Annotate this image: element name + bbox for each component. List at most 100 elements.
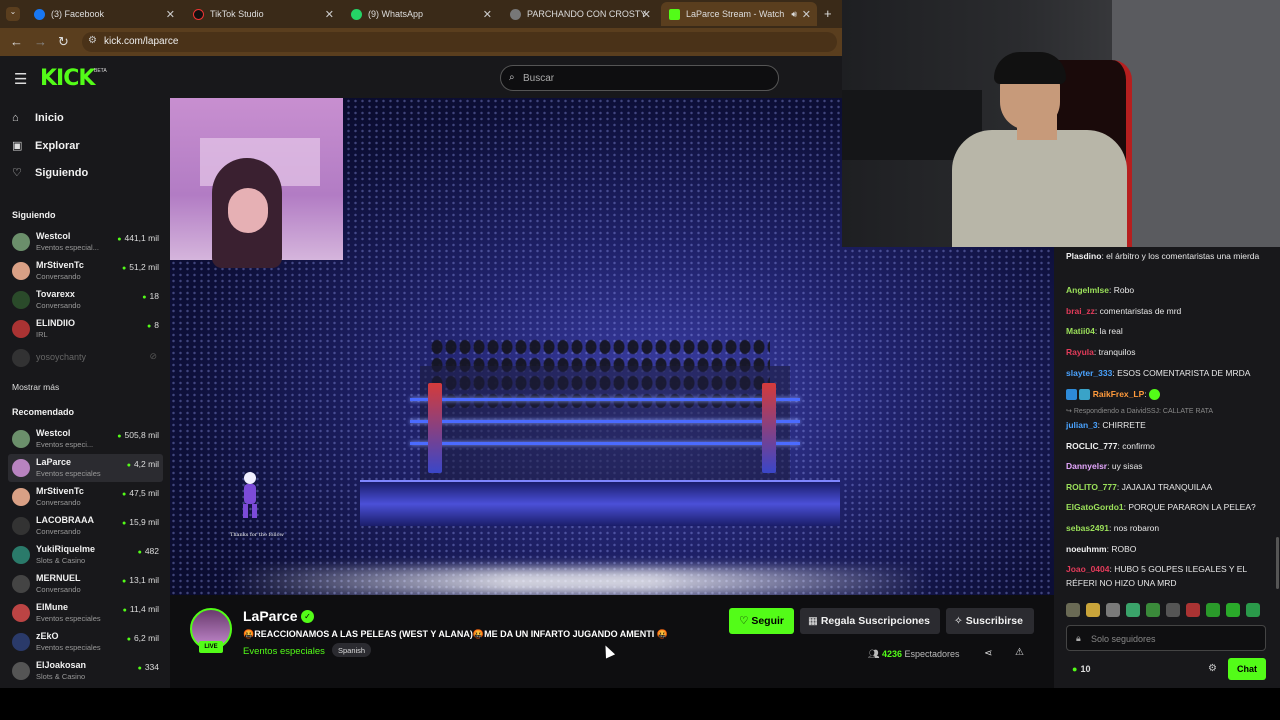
chat-settings-gear-icon[interactable]: ⚙︎ xyxy=(1208,663,1217,674)
chat-message: ROCLIC_777: confirmo xyxy=(1066,441,1155,451)
following-channel-mrstiventc[interactable]: MrStivenTc Conversando 51,2 mil xyxy=(8,257,163,285)
emote-icon[interactable] xyxy=(1206,603,1220,617)
chat-username[interactable]: slayter_333 xyxy=(1066,368,1112,378)
back-icon[interactable]: ← xyxy=(10,34,23,49)
emote-icon[interactable] xyxy=(1146,603,1160,617)
chat-scrollbar[interactable] xyxy=(1276,537,1279,589)
chat-username[interactable]: RaikFrex_LP xyxy=(1093,389,1145,399)
chat-username[interactable]: noeuhmm xyxy=(1066,544,1107,554)
recommended-channel-zeko[interactable]: zEkO Eventos especiales 6,2 mil xyxy=(8,628,163,656)
viewer-count: 505,8 mil xyxy=(117,430,160,440)
nav-inicio[interactable]: ⌂ Inicio xyxy=(12,112,64,124)
channel-category: Slots & Casino xyxy=(36,556,86,565)
report-warning-icon[interactable]: ⚠ xyxy=(1015,647,1024,658)
close-tab-icon[interactable]: ✕ xyxy=(325,8,334,21)
recommended-channel-yukiriquelme[interactable]: YukiRiquelme Slots & Casino 482 xyxy=(8,541,163,569)
site-settings-icon[interactable]: ⚙︎ xyxy=(88,35,97,46)
emote-icon[interactable] xyxy=(1166,603,1180,617)
viewer-count: 6,2 mil xyxy=(127,633,159,643)
following-channel-westcol[interactable]: Westcol Eventos especial... 441,1 mil xyxy=(8,228,163,256)
channel-category: Conversando xyxy=(36,498,81,507)
channel-points[interactable]: ● 10 xyxy=(1072,664,1090,674)
chat-username[interactable]: Dannyelsr xyxy=(1066,461,1107,471)
emote-icon[interactable] xyxy=(1066,603,1080,617)
emote-icon[interactable] xyxy=(1086,603,1100,617)
share-icon[interactable]: ⋖ xyxy=(984,648,992,659)
chat-text: tranquilos xyxy=(1098,347,1136,357)
emote-icon[interactable] xyxy=(1106,603,1120,617)
chat-username[interactable]: sebas2491 xyxy=(1066,523,1109,533)
chat-username[interactable]: ROCLIC_777 xyxy=(1066,441,1118,451)
chat-username[interactable]: Plasdino xyxy=(1066,251,1101,261)
gift-label: Regala Suscripciones xyxy=(820,615,930,627)
emote-icon[interactable] xyxy=(1126,603,1140,617)
close-tab-icon[interactable]: ✕ xyxy=(483,8,492,21)
tab-list-dropdown-icon[interactable]: ⌄ xyxy=(6,7,20,21)
chat-username[interactable]: ROLITO_777 xyxy=(1066,482,1117,492)
emote-icon[interactable] xyxy=(1186,603,1200,617)
recommended-channel-lacobraaa[interactable]: LACOBRAAA Conversando 15,9 mil xyxy=(8,512,163,540)
following-channel-elindiio[interactable]: ELINDIIO IRL 8 xyxy=(8,315,163,343)
emote-icon xyxy=(1148,389,1160,401)
follow-button[interactable]: ♡ Seguir xyxy=(729,608,794,634)
show-more-link[interactable]: Mostrar más xyxy=(12,382,59,392)
language-tag[interactable]: Spanish xyxy=(332,643,372,657)
chat-username[interactable]: julian_3 xyxy=(1066,420,1098,430)
emote-icon[interactable] xyxy=(1226,603,1240,617)
kick-logo[interactable]: KICK xyxy=(40,66,95,91)
ring-post xyxy=(762,383,776,473)
gift-subscriptions-button[interactable]: ▦ Regala Suscripciones xyxy=(800,608,940,634)
browser-tab-parchando[interactable]: PARCHANDO CON CROSTY ✕ xyxy=(502,2,657,26)
following-channel-tovarexx[interactable]: Tovarexx Conversando 18 xyxy=(8,286,163,314)
search-input[interactable]: ⌕ Buscar xyxy=(500,65,779,91)
nav-explorar[interactable]: ▣ Explorar xyxy=(12,139,80,153)
close-tab-icon[interactable]: ✕ xyxy=(802,8,811,21)
chat-message: ROLITO_777: JAJAJAJ TRANQUILAA xyxy=(1066,482,1213,492)
close-tab-icon[interactable]: ✕ xyxy=(642,8,651,21)
speaker-icon[interactable]: 🔊︎ xyxy=(791,9,797,20)
close-tab-icon[interactable]: ✕ xyxy=(166,8,175,21)
browser-tab-whatsapp[interactable]: (9) WhatsApp ✕ xyxy=(343,2,498,26)
chat-message: sebas2491: nos robaron xyxy=(1066,523,1160,533)
viewer-count: 11,4 mil xyxy=(123,604,159,614)
chat-message: noeuhmm: ROBO xyxy=(1066,544,1137,554)
stream-category-link[interactable]: Eventos especiales xyxy=(243,646,325,657)
badge-icon xyxy=(1066,389,1077,401)
tiktok-icon xyxy=(193,8,204,20)
chat-message: Plasdino: el árbitro y los comentaristas… xyxy=(1066,251,1260,261)
avatar xyxy=(12,517,30,535)
address-bar-row: ← → ↻ ⚙︎ kick.com/laparce xyxy=(0,28,842,56)
channel-category: Slots & Casino xyxy=(36,672,86,681)
new-tab-icon[interactable]: + xyxy=(824,6,832,21)
stream-title: 🤬REACCIONAMOS A LAS PELEAS (WEST Y ALANA… xyxy=(243,629,668,639)
channel-name[interactable]: LaParce xyxy=(243,608,297,624)
recommended-channel-mernuel[interactable]: MERNUEL Conversando 13,1 mil xyxy=(8,570,163,598)
chat-username[interactable]: ElGatoGordo1 xyxy=(1066,502,1124,512)
nav-siguiendo[interactable]: ♡ Siguiendo xyxy=(12,166,88,180)
browser-tab-facebook[interactable]: (3) Facebook ✕ xyxy=(26,2,181,26)
url-field[interactable]: ⚙︎ kick.com/laparce xyxy=(82,32,837,52)
chat-username[interactable]: AngelmIse xyxy=(1066,285,1109,295)
channel-info-bar: LIVE LaParce ✓ 🤬REACCIONAMOS A LAS PELEA… xyxy=(170,595,1054,688)
recommended-channel-westcol[interactable]: Westcol Eventos especi... 505,8 mil xyxy=(8,425,163,453)
chat-input[interactable]: 🔒︎ Solo seguidores xyxy=(1066,625,1266,651)
chat-username[interactable]: Matii04 xyxy=(1066,326,1095,336)
chat-username[interactable]: Rayula xyxy=(1066,347,1094,357)
recommended-channel-mrstiventc[interactable]: MrStivenTc Conversando 47,5 mil xyxy=(8,483,163,511)
recommended-channel-eljoakosan[interactable]: ElJoakosan Slots & Casino 334 xyxy=(8,657,163,685)
chat-username[interactable]: brai_zz xyxy=(1066,306,1095,316)
recommended-channel-elmune[interactable]: ElMune Eventos especiales 11,4 mil xyxy=(8,599,163,627)
following-channel-yosoychanty[interactable]: yosoychanty ⊘ xyxy=(8,344,163,372)
browser-tab-tiktok[interactable]: TikTok Studio ✕ xyxy=(185,2,340,26)
chat-username[interactable]: Joao_0404 xyxy=(1066,564,1109,574)
recommended-channel-laparce[interactable]: LaParce Eventos especiales 4,2 mil xyxy=(8,454,163,482)
forward-icon[interactable]: → xyxy=(34,34,47,49)
chat-send-button[interactable]: Chat xyxy=(1228,658,1266,680)
reload-icon[interactable]: ↻ xyxy=(58,34,69,50)
emote-icon[interactable] xyxy=(1246,603,1260,617)
explore-icon: ▣ xyxy=(12,140,23,152)
subscribe-button[interactable]: ✧ Suscribirse xyxy=(946,608,1034,634)
hamburger-menu-icon[interactable]: ☰ xyxy=(14,70,27,88)
browser-tab-laparce[interactable]: LaParce Stream - Watch Liv 🔊︎ ✕ xyxy=(661,2,817,26)
chat-text: ESOS COMENTARISTA DE MRDA xyxy=(1117,368,1251,378)
